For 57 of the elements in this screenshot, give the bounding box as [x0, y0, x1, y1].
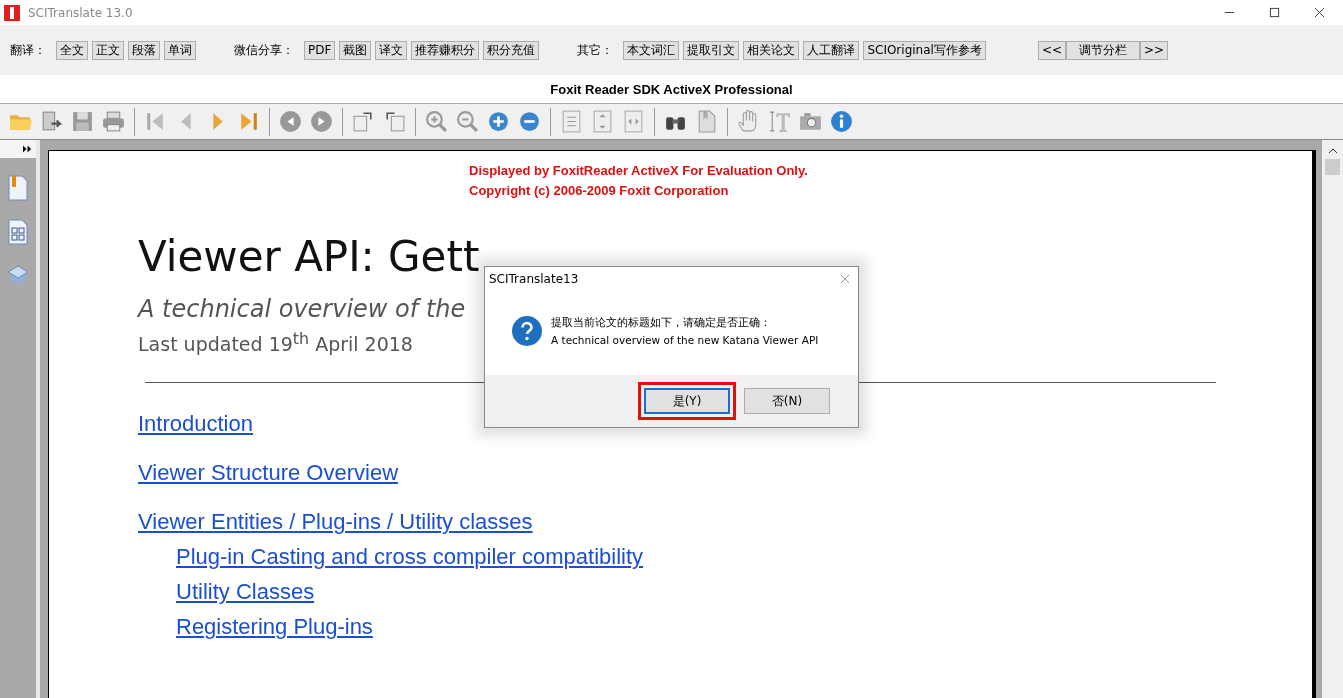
toolbar-label: 翻译：: [10, 41, 46, 59]
toolbar-label: 其它：: [577, 41, 614, 59]
toc-link[interactable]: Introduction: [138, 411, 253, 437]
dialog-button[interactable]: 否(N): [744, 388, 830, 414]
back-icon[interactable]: [278, 109, 303, 134]
document-subtitle: A technical overview of the: [138, 295, 466, 323]
toolbar-button[interactable]: 单词: [164, 40, 196, 60]
toc-link[interactable]: Viewer Structure Overview: [138, 460, 398, 486]
toolbar-button[interactable]: 积分充值: [483, 40, 540, 60]
evaluation-notice: Displayed by FoxitReader ActiveX For Evaluation Only.: [469, 162, 809, 180]
close-icon[interactable]: [1314, 7, 1325, 18]
toc-link[interactable]: Plug-in Casting and cross compiler compatibility: [176, 544, 644, 570]
toolbar-button[interactable]: PDF: [304, 40, 336, 60]
scroll-up-icon[interactable]: [1327, 148, 1338, 154]
thumbnails-icon[interactable]: [6, 218, 30, 246]
toc-link[interactable]: Utility Classes: [176, 579, 315, 605]
toolbar-button[interactable]: 全文: [56, 40, 88, 60]
dialog-message: 提取当前论文的标题如下，请确定是否正确：: [551, 315, 772, 330]
save-icon[interactable]: [70, 109, 95, 134]
info-icon[interactable]: [829, 109, 854, 134]
toolbar-button[interactable]: 截图: [339, 40, 372, 60]
zoom-out-icon[interactable]: [455, 109, 480, 134]
toc-link[interactable]: Viewer Entities / Plug-ins / Utility classes: [138, 509, 533, 535]
app-logo-icon: [4, 4, 20, 21]
toolbar-label: 微信分享：: [234, 41, 294, 59]
text-cursor-icon[interactable]: [767, 109, 792, 134]
scroll-thumb[interactable]: [1325, 159, 1340, 175]
zoom-in-icon[interactable]: [424, 109, 449, 134]
dialog-title: SCITranslate13: [489, 272, 579, 286]
toolbar-button[interactable]: 相关论文: [743, 40, 800, 60]
toolbar-button[interactable]: 人工翻译: [803, 40, 860, 60]
dialog-detail: A technical overview of the new Katana Viewer API: [551, 333, 819, 348]
evaluation-notice: Copyright (c) 2006-2009 Foxit Corporation: [469, 182, 730, 200]
toolbar-button[interactable]: SCIOriginal写作参考: [863, 40, 986, 60]
toolbar-button[interactable]: 提取引文: [683, 40, 740, 60]
next-button[interactable]: >>: [1140, 40, 1169, 60]
expand-icon[interactable]: [23, 145, 32, 153]
print-icon[interactable]: [101, 109, 126, 134]
toolbar-button[interactable]: 推荐赚积分: [411, 40, 480, 60]
toolbar-button[interactable]: 段落: [128, 40, 160, 60]
window-title: SCITranslate 13.0: [28, 5, 133, 20]
last-updated-text: Last updated 19$^{th}$ April 2018: [138, 329, 413, 356]
maximize-icon[interactable]: [1269, 7, 1280, 18]
question-icon: [511, 315, 543, 347]
document-title: Viewer API: Gett: [138, 231, 480, 283]
plus-icon[interactable]: [486, 109, 511, 134]
toolbar-button[interactable]: 译文: [375, 40, 408, 60]
toolbar-button[interactable]: 本文词汇: [623, 40, 680, 60]
bookmark-icon[interactable]: [6, 174, 30, 202]
toc-link[interactable]: Registering Plug-ins: [176, 614, 373, 640]
toolbar-button[interactable]: 正文: [92, 40, 124, 60]
viewer-title: Foxit Reader SDK ActiveX Professional: [550, 81, 793, 97]
column-adjust-button[interactable]: 调节分栏: [1066, 40, 1140, 60]
previous-button[interactable]: <<: [1037, 40, 1066, 60]
dialog-button[interactable]: 是(Y): [644, 388, 730, 414]
minus-icon[interactable]: [517, 109, 542, 134]
forward-icon[interactable]: [309, 109, 334, 134]
